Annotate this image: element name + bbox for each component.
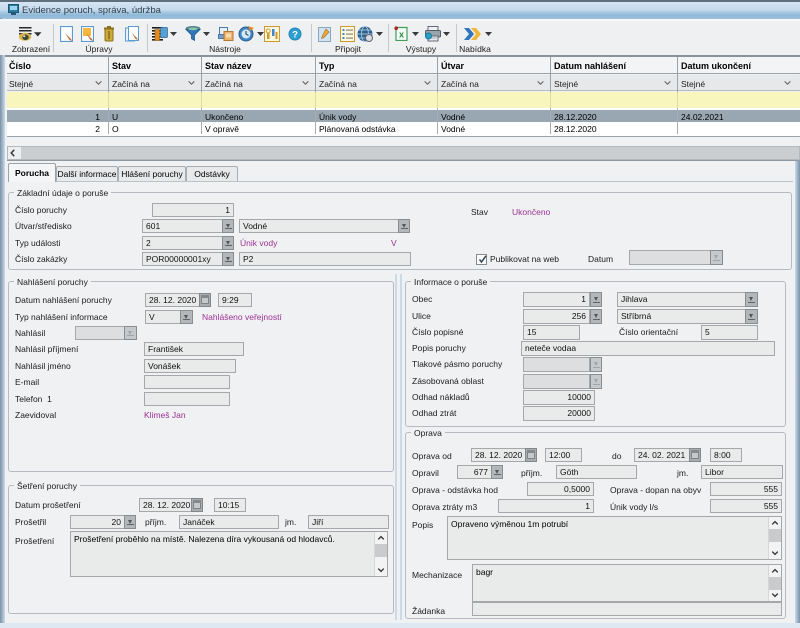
svg-text:x: x xyxy=(399,30,404,40)
svg-text:?: ? xyxy=(292,30,298,41)
